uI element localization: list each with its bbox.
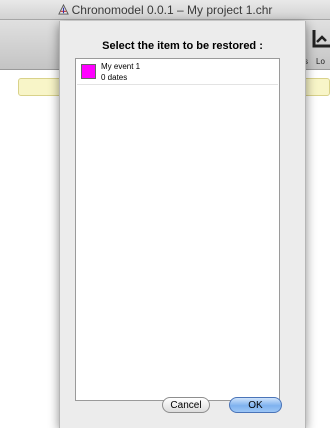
event-color-swatch	[81, 64, 96, 79]
event-dates-count: 0 dates	[101, 73, 128, 82]
window-titlebar[interactable]: Chronomodel 0.0.1 – My project 1.chr	[0, 0, 330, 20]
dialog-title: Select the item to be restored :	[102, 40, 263, 52]
list-item[interactable]: My event 1 0 dates	[77, 60, 278, 85]
window-title-wrap: Chronomodel 0.0.1 – My project 1.chr	[0, 3, 330, 17]
restore-item-dialog: Select the item to be restored : My even…	[59, 21, 306, 428]
cancel-button[interactable]: Cancel	[162, 397, 210, 413]
toolbar-label-partial-right[interactable]: Lo	[316, 57, 325, 66]
ok-button[interactable]: OK	[229, 397, 282, 413]
chart-icon[interactable]	[312, 28, 330, 50]
restore-items-list[interactable]: My event 1 0 dates	[75, 58, 280, 401]
event-name: My event 1	[101, 62, 141, 71]
window-title: Chronomodel 0.0.1 – My project 1.chr	[71, 3, 273, 17]
chronomodel-app-icon	[57, 4, 69, 15]
